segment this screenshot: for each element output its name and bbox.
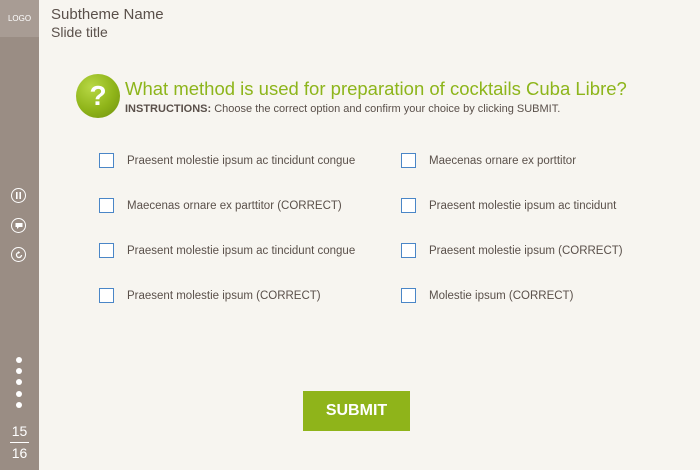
answer-option[interactable]: Praesent molestie ipsum (CORRECT)	[401, 243, 623, 258]
checkbox[interactable]	[99, 243, 114, 258]
logo: LOGO	[0, 0, 39, 37]
pause-icon[interactable]	[11, 188, 26, 203]
answer-option[interactable]: Maecenas ornare ex porttitor	[401, 153, 576, 168]
answer-option[interactable]: Molestie ipsum (CORRECT)	[401, 288, 573, 303]
answer-option[interactable]: Praesent molestie ipsum ac tincidunt con…	[99, 243, 355, 258]
page-current: 15	[11, 423, 28, 439]
checkbox[interactable]	[401, 288, 416, 303]
slide-progress-dots	[16, 357, 23, 413]
answer-option[interactable]: Praesent molestie ipsum ac tincidunt con…	[99, 153, 355, 168]
checkbox[interactable]	[99, 198, 114, 213]
answer-option[interactable]: Praesent molestie ipsum ac tincidunt	[401, 198, 616, 213]
question-mark-icon: ?	[76, 74, 120, 118]
subtheme-name: Subtheme Name	[51, 6, 164, 23]
progress-dot[interactable]	[16, 390, 22, 397]
checkbox[interactable]	[401, 198, 416, 213]
page-total: 16	[11, 445, 28, 461]
checkbox[interactable]	[401, 153, 416, 168]
instructions: INSTRUCTIONS: Choose the correct option …	[125, 103, 560, 115]
checkbox[interactable]	[401, 243, 416, 258]
option-label: Maecenas ornare ex parttitor (CORRECT)	[127, 199, 342, 212]
page-divider	[10, 442, 29, 443]
progress-dot[interactable]	[16, 368, 22, 375]
checkbox[interactable]	[99, 288, 114, 303]
option-label: Maecenas ornare ex porttitor	[429, 154, 577, 167]
checkbox[interactable]	[99, 153, 114, 168]
slide-title: Slide title	[51, 24, 108, 40]
option-label: Molestie ipsum (CORRECT)	[429, 289, 574, 302]
option-label: Praesent molestie ipsum ac tincidunt	[429, 199, 617, 212]
option-label: Praesent molestie ipsum ac tincidunt con…	[127, 154, 356, 167]
instructions-text: Choose the correct option and confirm yo…	[211, 103, 561, 115]
answer-option[interactable]: Maecenas ornare ex parttitor (CORRECT)	[99, 198, 342, 213]
submit-button[interactable]: SUBMIT	[303, 391, 410, 431]
option-label: Praesent molestie ipsum (CORRECT)	[127, 289, 321, 302]
comment-icon[interactable]	[11, 218, 26, 233]
option-label: Praesent molestie ipsum ac tincidunt con…	[127, 244, 356, 257]
progress-dot[interactable]	[16, 401, 22, 408]
replay-icon[interactable]	[11, 247, 26, 262]
option-label: Praesent molestie ipsum (CORRECT)	[429, 244, 623, 257]
answer-option[interactable]: Praesent molestie ipsum (CORRECT)	[99, 288, 321, 303]
sidebar: LOGO 15 16	[0, 0, 39, 470]
progress-dot[interactable]	[16, 357, 22, 363]
progress-dot[interactable]	[16, 379, 22, 386]
instructions-label: INSTRUCTIONS:	[125, 103, 212, 115]
question-text: What method is used for preparation of c…	[125, 78, 627, 99]
